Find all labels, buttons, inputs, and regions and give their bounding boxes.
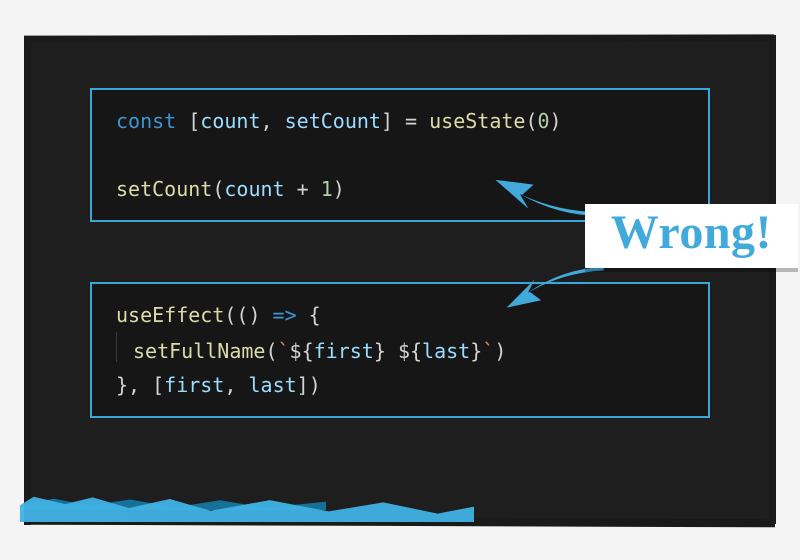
code-token: count bbox=[200, 109, 260, 133]
code-token: ]) bbox=[297, 373, 321, 397]
code-token: ) bbox=[333, 177, 345, 201]
code-token: ) bbox=[494, 339, 506, 363]
code-token: useState bbox=[429, 109, 525, 133]
code-line: const [count, setCount] = useState(0) bbox=[116, 104, 688, 138]
border-edge bbox=[24, 34, 774, 42]
code-token: last bbox=[422, 339, 470, 363]
code-box-top: const [count, setCount] = useState(0) se… bbox=[90, 88, 710, 222]
code-token: ( bbox=[212, 177, 224, 201]
border-edge bbox=[769, 35, 776, 524]
code-token: setCount bbox=[116, 177, 212, 201]
code-token: count bbox=[224, 177, 284, 201]
code-token bbox=[386, 339, 398, 363]
code-token: 1 bbox=[321, 177, 333, 201]
code-token: ${ bbox=[290, 339, 314, 363]
code-token: first bbox=[314, 339, 374, 363]
code-token: => bbox=[273, 303, 297, 327]
code-token: ` bbox=[278, 339, 290, 363]
code-token: ( bbox=[265, 339, 277, 363]
code-token: setFullName bbox=[133, 339, 265, 363]
code-token: ( bbox=[525, 109, 537, 133]
code-line: setFullName(`${first} ${last}`) bbox=[116, 332, 688, 368]
code-token: { bbox=[297, 303, 321, 327]
code-token: first bbox=[164, 373, 224, 397]
code-token: 0 bbox=[537, 109, 549, 133]
code-token: ( bbox=[224, 303, 236, 327]
code-line: }, [first, last]) bbox=[116, 368, 688, 402]
brush-stroke bbox=[20, 494, 474, 522]
code-box-bottom: useEffect(() => {setFullName(`${first} $… bbox=[90, 282, 710, 418]
editor-stage: const [count, setCount] = useState(0) se… bbox=[30, 40, 770, 520]
code-token: ` bbox=[482, 339, 494, 363]
code-token: const bbox=[116, 109, 188, 133]
code-token: , bbox=[224, 373, 248, 397]
indent-guide bbox=[116, 332, 117, 362]
code-token: ] = bbox=[381, 109, 429, 133]
code-token: }, [ bbox=[116, 373, 164, 397]
code-token: last bbox=[248, 373, 296, 397]
code-token: , bbox=[261, 109, 285, 133]
code-token: } bbox=[470, 339, 482, 363]
wrong-label: Wrong! bbox=[585, 204, 798, 268]
code-token: [ bbox=[188, 109, 200, 133]
code-token: () bbox=[236, 303, 272, 327]
code-token: useEffect bbox=[116, 303, 224, 327]
code-token: setCount bbox=[285, 109, 381, 133]
code-token: ) bbox=[550, 109, 562, 133]
code-token: ${ bbox=[398, 339, 422, 363]
code-token: + bbox=[285, 177, 321, 201]
code-token: } bbox=[374, 339, 386, 363]
border-edge bbox=[24, 36, 31, 525]
